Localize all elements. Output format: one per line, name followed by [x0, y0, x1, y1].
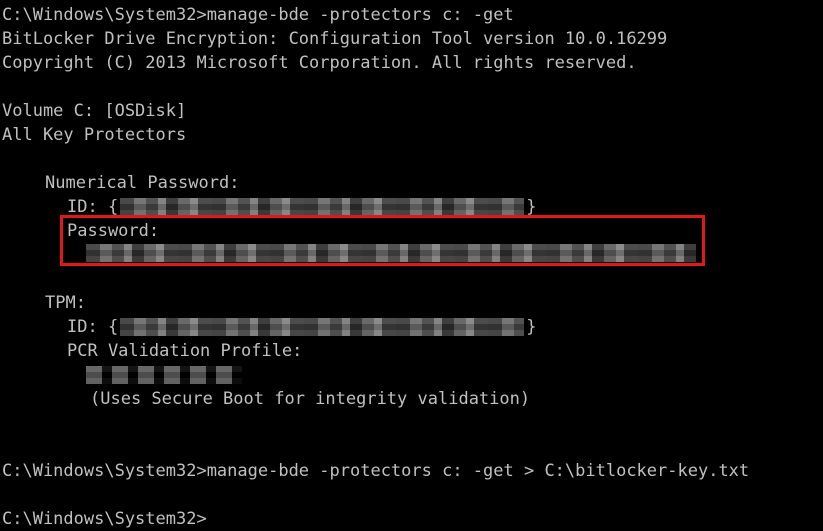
volume-line: Volume C: [OSDisk] — [2, 101, 187, 121]
id-prefix: ID: { — [67, 197, 119, 217]
id-suffix: } — [526, 197, 537, 217]
command-prompt[interactable]: C:\Windows\System32> — [2, 507, 207, 531]
tool-version-line: BitLocker Drive Encryption: Configuratio… — [2, 29, 668, 49]
pcr-values-line — [86, 363, 242, 387]
secure-boot-note: (Uses Secure Boot for integrity validati… — [90, 389, 531, 409]
command-line-1: C:\Windows\System32>manage-bde -protecto… — [2, 5, 514, 25]
all-key-protectors-line: All Key Protectors — [2, 125, 187, 145]
tpm-heading: TPM: — [45, 293, 86, 313]
command-line-2: C:\Windows\System32>manage-bde -protecto… — [2, 461, 750, 481]
password-highlight-box — [60, 215, 705, 266]
redacted-id — [120, 198, 525, 216]
redacted-tpm-id — [120, 318, 525, 336]
copyright-line: Copyright (C) 2013 Microsoft Corporation… — [2, 53, 637, 73]
tpm-id-line: ID: {} — [67, 315, 536, 339]
console-window[interactable]: C:\Windows\System32>manage-bde -protecto… — [0, 0, 823, 531]
pcr-validation-label: PCR Validation Profile: — [67, 341, 303, 361]
tpm-id-suffix: } — [526, 317, 537, 337]
redacted-pcr-values — [86, 366, 242, 384]
tpm-id-prefix: ID: { — [67, 317, 119, 337]
numerical-password-heading: Numerical Password: — [45, 173, 240, 193]
